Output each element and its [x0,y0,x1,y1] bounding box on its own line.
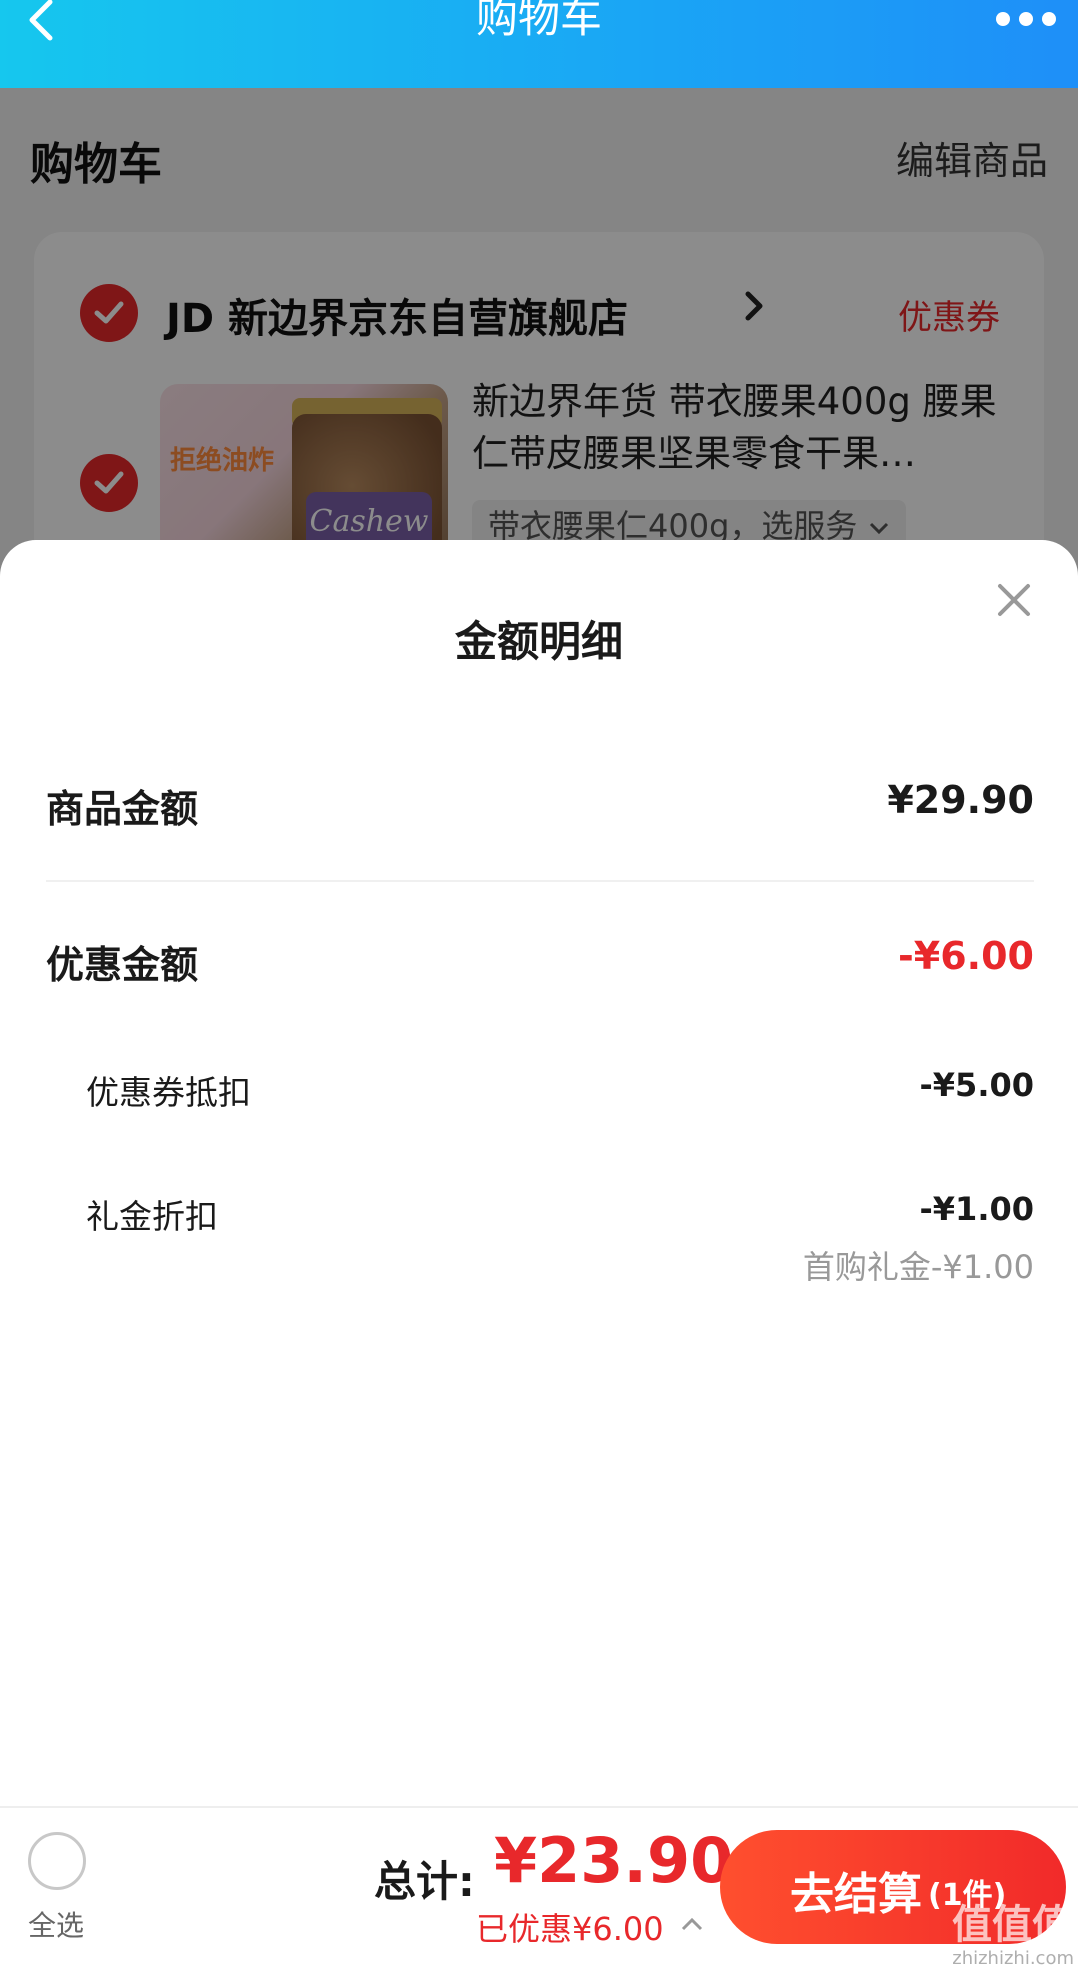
gift-discount-note: 首购礼金-¥1.00 [802,1248,1034,1286]
watermark-logo: 值值值 [952,1902,1072,1948]
divider [46,880,1034,882]
coupon-deduction-label: 优惠券抵扣 [86,1073,251,1112]
amount-detail-sheet: 金额明细 商品金额 ¥29.90 优惠金额 -¥6.00 优惠券抵扣 -¥5.0… [0,540,1078,1810]
goods-amount-label: 商品金额 [46,787,199,831]
goods-amount-value: ¥29.90 [887,778,1034,822]
sheet-title: 金额明细 [454,617,623,666]
checkout-label: 去结算 [790,1869,922,1920]
total-label: 总计: [374,1857,475,1906]
watermark-domain: zhizhizhi.com [952,1948,1074,1969]
gift-discount-label: 礼金折扣 [86,1197,218,1236]
saved-amount[interactable]: 已优惠¥6.00 [476,1904,664,1950]
gift-discount-value: -¥1.00 [919,1190,1035,1228]
nav-title: 购物车 [475,0,602,42]
coupon-deduction-value: -¥5.00 [919,1066,1035,1104]
discount-amount-value: -¥6.00 [898,934,1034,978]
select-all-label[interactable]: 全选 [28,1904,84,1944]
more-dots-icon[interactable] [996,12,1056,26]
select-all-checkbox[interactable] [28,1832,86,1890]
chevron-up-icon[interactable] [680,1916,704,1936]
checkout-bar: 全选 总计: ¥23.90 已优惠¥6.00 去结算 (1件) 值值值 zhiz… [0,1806,1078,1974]
discount-amount-label: 优惠金额 [46,943,199,987]
total-value: ¥23.90 [494,1824,734,1897]
nav-bar: 购物车 [0,0,1078,88]
